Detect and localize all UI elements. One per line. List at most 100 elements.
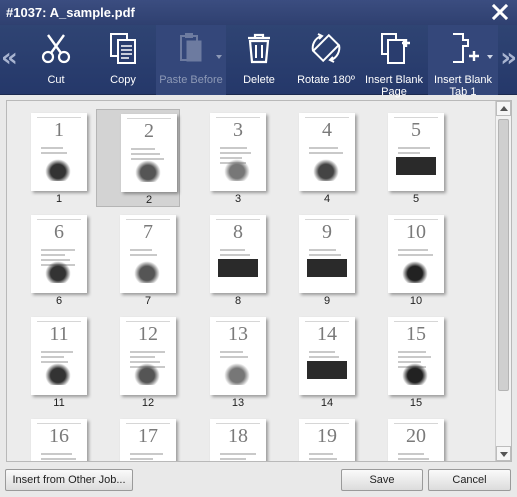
page-thumbnail[interactable]: 15 15	[364, 313, 448, 411]
page-number-heading: 14	[317, 323, 337, 345]
page-illustration	[43, 259, 73, 283]
scroll-left-icon[interactable]: «	[1, 45, 18, 71]
page-number-heading: 1	[54, 119, 64, 141]
page-caption: 9	[323, 295, 331, 307]
page-thumbnail[interactable]: 99	[275, 211, 359, 309]
page-number-heading: 10	[406, 221, 426, 243]
page-preview: 11	[31, 317, 87, 395]
insert-blank-page-button[interactable]: Insert Blank Page	[362, 25, 426, 98]
page-preview: 6	[31, 215, 87, 293]
page-thumbnail[interactable]: 19	[275, 415, 359, 461]
page-thumbnail[interactable]: 44	[275, 109, 359, 207]
page-number-heading: 11	[49, 323, 69, 345]
page-thumbnail[interactable]: 10 10	[364, 211, 448, 309]
page-thumbnail[interactable]: 77	[96, 211, 180, 309]
page-caption: 10	[409, 295, 423, 307]
page-text-lines	[130, 453, 166, 461]
insert-page-icon	[381, 33, 410, 64]
close-icon[interactable]	[491, 3, 509, 21]
page-caption: 14	[320, 397, 334, 409]
insert-tab-dropdown-icon[interactable]	[487, 55, 493, 59]
copy-button[interactable]: Copy	[96, 25, 150, 95]
insert-blank-tab-label: Insert Blank Tab 1	[433, 74, 493, 98]
scissors-icon	[41, 34, 71, 64]
page-illustration	[400, 259, 430, 283]
cut-button[interactable]: Cut	[30, 25, 82, 95]
page-thumbnail[interactable]: 17	[96, 415, 180, 461]
delete-label: Delete	[243, 74, 275, 86]
page-number-heading: 19	[317, 425, 337, 447]
delete-button[interactable]: Delete	[236, 25, 282, 95]
page-caption: 13	[231, 397, 245, 409]
page-illustration	[396, 157, 436, 175]
insert-tab-icon	[453, 33, 479, 63]
page-preview: 13	[210, 317, 266, 395]
footer: Insert from Other Job... Save Cancel	[0, 463, 517, 497]
page-thumbnail[interactable]: 22	[96, 109, 180, 207]
page-thumbnail[interactable]: 33	[186, 109, 270, 207]
page-number-heading: 2	[144, 120, 154, 142]
page-number-heading: 20	[406, 425, 426, 447]
page-thumbnail[interactable]: 11	[7, 109, 91, 207]
page-illustration	[133, 158, 163, 182]
page-preview: 12	[120, 317, 176, 395]
scroll-thumb[interactable]	[498, 119, 509, 391]
page-thumbnail[interactable]: 11 11	[7, 313, 91, 411]
page-preview: 17	[120, 419, 176, 461]
scroll-right-icon[interactable]: »	[500, 45, 517, 71]
scroll-up-button[interactable]	[496, 101, 511, 116]
page-text-lines	[41, 453, 77, 461]
page-preview: 14	[299, 317, 355, 395]
copy-icon	[110, 33, 136, 64]
page-thumbnail[interactable]: 16	[7, 415, 91, 461]
page-preview: 4	[299, 113, 355, 191]
insert-blank-tab-button[interactable]: Insert Blank Tab 1	[428, 25, 498, 98]
insert-from-other-job-button[interactable]: Insert from Other Job...	[5, 469, 133, 491]
page-text-lines	[398, 249, 434, 259]
paste-dropdown-icon[interactable]	[216, 55, 222, 59]
page-text-lines	[309, 453, 345, 461]
page-caption: 3	[234, 193, 242, 205]
page-thumbnail[interactable]: 55	[364, 109, 448, 207]
page-number-heading: 15	[406, 323, 426, 345]
page-thumbnail[interactable]: 14 14	[275, 313, 359, 411]
page-preview: 19	[299, 419, 355, 461]
page-preview: 5	[388, 113, 444, 191]
page-number-heading: 5	[411, 119, 421, 141]
page-thumbnail[interactable]: 88	[186, 211, 270, 309]
page-thumbnail[interactable]: 18	[186, 415, 270, 461]
page-caption: 8	[234, 295, 242, 307]
page-illustration	[307, 259, 347, 277]
save-button[interactable]: Save	[341, 469, 423, 491]
page-preview: 8	[210, 215, 266, 293]
page-text-lines	[130, 249, 166, 259]
scroll-down-button[interactable]	[496, 446, 511, 461]
page-thumbnail[interactable]: 20	[364, 415, 448, 461]
page-number-heading: 17	[138, 425, 158, 447]
page-caption: 7	[144, 295, 152, 307]
page-illustration	[132, 259, 162, 283]
page-preview: 18	[210, 419, 266, 461]
arrow-up-icon	[500, 106, 508, 111]
page-thumbnail[interactable]: 66	[7, 211, 91, 309]
cancel-button[interactable]: Cancel	[428, 469, 511, 491]
paste-before-button[interactable]: Paste Before	[156, 25, 226, 95]
window-title: #1037: A_sample.pdf	[6, 5, 135, 20]
page-illustration	[222, 361, 252, 385]
trash-icon	[248, 33, 270, 64]
page-caption: 15	[409, 397, 423, 409]
page-preview: 1	[31, 113, 87, 191]
page-preview: 20	[388, 419, 444, 461]
vertical-scrollbar[interactable]	[495, 101, 511, 461]
insert-blank-page-label: Insert Blank Page	[364, 74, 424, 98]
page-number-heading: 18	[228, 425, 248, 447]
page-preview: 15	[388, 317, 444, 395]
rotate-label: Rotate 180º	[297, 74, 355, 86]
page-thumbnail[interactable]: 13 13	[186, 313, 270, 411]
page-number-heading: 12	[138, 323, 158, 345]
page-thumbnail[interactable]: 12 12	[96, 313, 180, 411]
page-preview: 3	[210, 113, 266, 191]
rotate-180-button[interactable]: Rotate 180º	[292, 25, 360, 95]
page-caption: 12	[141, 397, 155, 409]
page-illustration	[218, 259, 258, 277]
